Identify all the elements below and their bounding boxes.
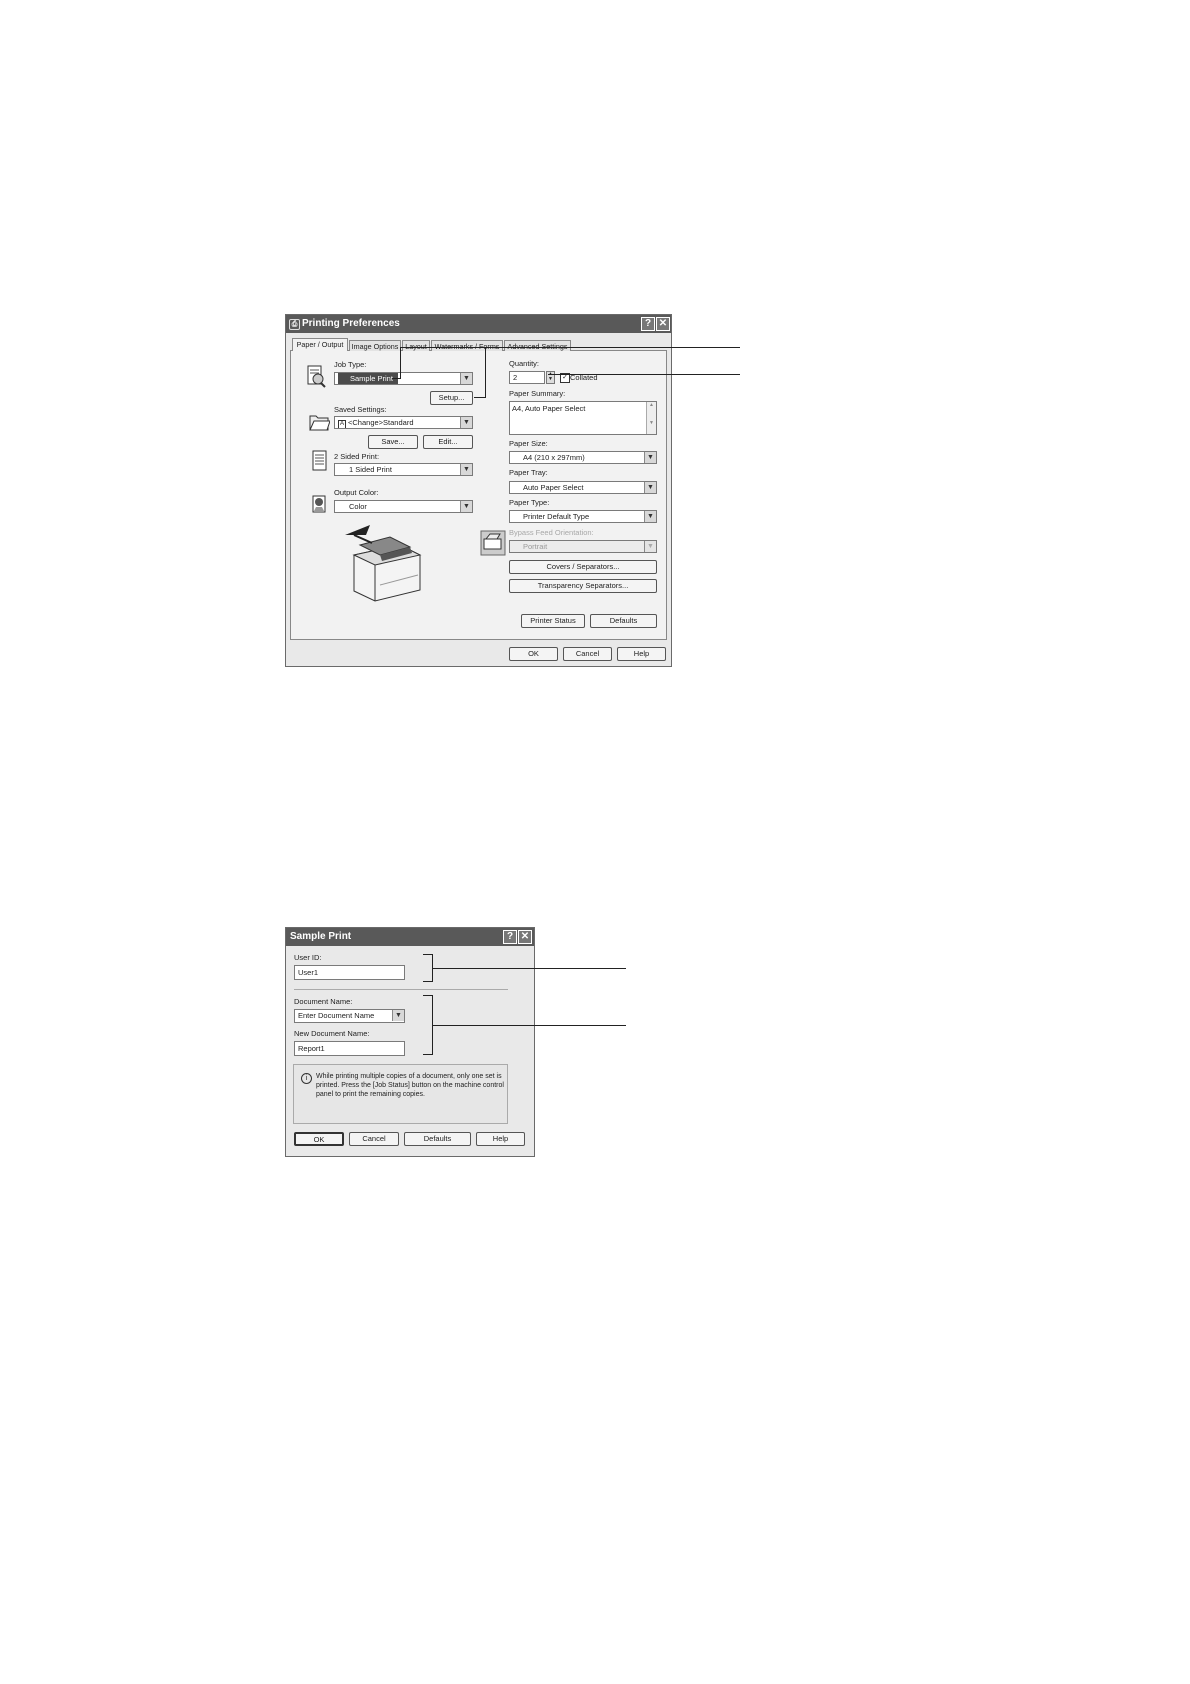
- quantity-field[interactable]: 2: [509, 371, 545, 384]
- paper-summary-scrollbar[interactable]: ▲ ▼: [646, 402, 656, 434]
- job-type-select[interactable]: Sample Print ▼: [334, 372, 473, 385]
- output-color-label: Output Color:: [334, 488, 379, 497]
- two-sided-select[interactable]: 1 Sided Print ▼: [334, 463, 473, 476]
- covers-separators-button[interactable]: Covers / Separators...: [509, 560, 657, 574]
- window-title: Printing Preferences: [302, 318, 400, 329]
- info-icon: i: [301, 1073, 312, 1084]
- window-title: Sample Print: [290, 931, 352, 942]
- defaults-button[interactable]: Defaults: [404, 1132, 471, 1146]
- paper-size-select[interactable]: A4 (210 x 297mm) ▼: [509, 451, 657, 464]
- callout-line-setup-h: [474, 397, 486, 398]
- callout-line-jobtype-h: [392, 378, 401, 379]
- chevron-down-icon: ▼: [644, 482, 656, 493]
- info-box: i While printing multiple copies of a do…: [293, 1064, 508, 1124]
- close-button[interactable]: ✕: [518, 930, 532, 944]
- chevron-down-icon: ▼: [460, 501, 472, 512]
- paper-type-label: Paper Type:: [509, 498, 550, 507]
- output-color-select[interactable]: Color ▼: [334, 500, 473, 513]
- bypass-label: Bypass Feed Orientation:: [509, 528, 594, 537]
- paper-type-select[interactable]: Printer Default Type ▼: [509, 510, 657, 523]
- folder-icon: [309, 415, 330, 431]
- saved-settings-select[interactable]: A <Change>Standard ▼: [334, 416, 473, 429]
- job-type-label: Job Type:: [334, 360, 367, 369]
- paper-size-label: Paper Size:: [509, 439, 548, 448]
- tab-watermarks-forms[interactable]: Watermarks / Forms: [431, 340, 503, 351]
- cancel-button[interactable]: Cancel: [349, 1132, 399, 1146]
- document-name-select[interactable]: Enter Document Name ▼: [294, 1009, 405, 1023]
- user-id-field[interactable]: User1: [294, 965, 405, 980]
- defaults-button[interactable]: Defaults: [590, 614, 657, 628]
- quantity-stepper[interactable]: ▲▼: [546, 371, 555, 384]
- paper-summary-box: A4, Auto Paper Select ▲ ▼: [509, 401, 657, 435]
- ok-button[interactable]: OK: [509, 647, 558, 661]
- paper-type-value: Printer Default Type: [523, 512, 590, 521]
- paper-summary-value: A4, Auto Paper Select: [512, 404, 586, 413]
- callout-line-setup-v: [485, 347, 486, 397]
- title-bar: ⎙ Printing Preferences ? ✕: [286, 315, 671, 333]
- two-sided-icon: [312, 450, 327, 471]
- title-bar: Sample Print ? ✕: [286, 928, 534, 946]
- callout-line-document-name: [433, 1025, 626, 1026]
- callout-line-jobtype-v: [400, 347, 401, 378]
- paper-tray-select[interactable]: Auto Paper Select ▼: [509, 481, 657, 494]
- setup-button[interactable]: Setup...: [430, 391, 473, 405]
- bypass-select[interactable]: Portrait ▼: [509, 540, 657, 553]
- paper-size-value: A4 (210 x 297mm): [523, 453, 585, 462]
- bracket-document-name: [423, 995, 433, 1055]
- save-button[interactable]: Save...: [368, 435, 418, 449]
- document-name-value: Enter Document Name: [298, 1011, 375, 1020]
- chevron-down-icon: ▼: [460, 373, 472, 384]
- new-document-name-label: New Document Name:: [294, 1029, 370, 1038]
- edit-button[interactable]: Edit...: [423, 435, 473, 449]
- chevron-down-icon: ▼: [392, 1010, 404, 1021]
- callout-line-tabs: [400, 347, 740, 348]
- saved-settings-value: <Change>Standard: [348, 418, 414, 427]
- quantity-label: Quantity:: [509, 359, 540, 368]
- tab-image-options[interactable]: Image Options: [349, 340, 401, 351]
- bypass-tray-icon: [480, 530, 506, 556]
- chevron-down-icon: ▼: [644, 452, 656, 463]
- document-name-label: Document Name:: [294, 997, 353, 1006]
- output-color-value: Color: [349, 502, 367, 511]
- info-text: While printing multiple copies of a docu…: [316, 1073, 504, 1098]
- chevron-down-icon: ▼: [460, 464, 472, 475]
- user-id-label: User ID:: [294, 953, 322, 962]
- new-document-name-field[interactable]: Report1: [294, 1041, 405, 1056]
- help-button[interactable]: ?: [503, 930, 517, 944]
- saved-settings-a-icon: A: [338, 420, 347, 428]
- help-button[interactable]: ?: [641, 317, 655, 331]
- chevron-down-icon: ▼: [644, 541, 656, 552]
- bracket-user-id: [423, 954, 433, 982]
- chevron-down-icon: ▼: [644, 511, 656, 522]
- ok-button[interactable]: OK: [294, 1132, 344, 1146]
- job-type-icon: [307, 365, 326, 388]
- chevron-down-icon: ▼: [460, 417, 472, 428]
- paper-tray-label: Paper Tray:: [509, 468, 548, 477]
- transparency-separators-button[interactable]: Transparency Separators...: [509, 579, 657, 593]
- job-type-value: Sample Print: [338, 373, 398, 384]
- saved-settings-label: Saved Settings:: [334, 405, 387, 414]
- printer-illustration: [345, 525, 422, 602]
- callout-line-quantity: [548, 374, 740, 375]
- bypass-value: Portrait: [523, 542, 548, 551]
- divider: [294, 989, 508, 990]
- tab-layout[interactable]: Layout: [402, 340, 430, 351]
- color-icon: [312, 495, 326, 513]
- paper-summary-label: Paper Summary:: [509, 389, 566, 398]
- callout-line-user-id: [433, 968, 626, 969]
- cancel-button[interactable]: Cancel: [563, 647, 612, 661]
- help-bottom-button[interactable]: Help: [617, 647, 666, 661]
- help-bottom-button[interactable]: Help: [476, 1132, 525, 1146]
- printer-status-button[interactable]: Printer Status: [521, 614, 585, 628]
- two-sided-label: 2 Sided Print:: [334, 452, 380, 461]
- close-button[interactable]: ✕: [656, 317, 670, 331]
- tab-advanced-settings[interactable]: Advanced Settings: [504, 340, 571, 351]
- tab-paper-output[interactable]: Paper / Output: [292, 338, 348, 351]
- printer-icon: ⎙: [289, 319, 300, 330]
- paper-tray-value: Auto Paper Select: [523, 483, 584, 492]
- two-sided-value: 1 Sided Print: [349, 465, 392, 474]
